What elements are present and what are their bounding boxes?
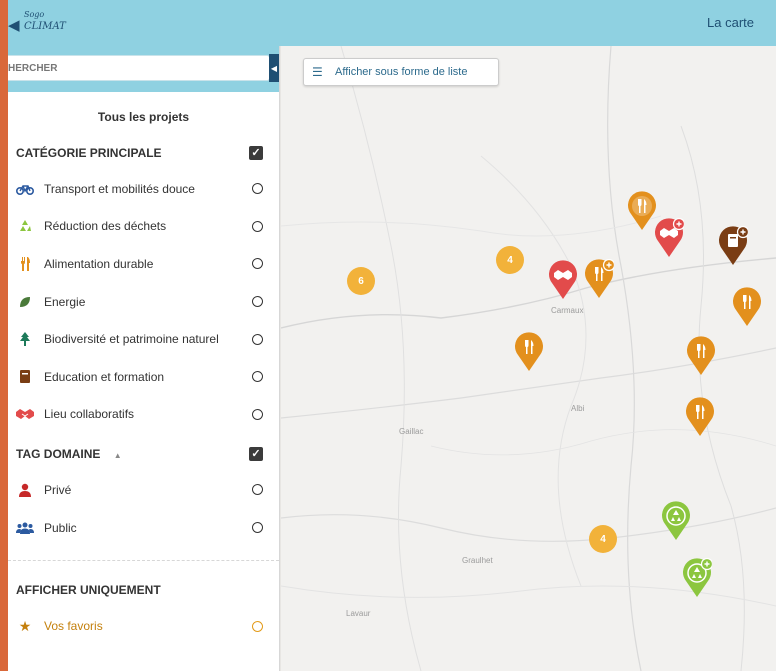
category-item-alimentation[interactable]: Alimentation durable [8,245,279,283]
left-edge-strip [0,0,8,671]
place-label: Gaillac [399,427,424,436]
category-item-label: Energie [44,294,86,309]
category-radio[interactable] [252,296,263,308]
food-marker[interactable] [686,336,716,376]
category-radio[interactable] [252,333,263,345]
category-item-label: Biodiversité et patrimoine naturel [44,332,219,347]
waste-marker[interactable] [682,558,712,598]
category-item-label: Réduction des déchets [44,219,167,234]
category-item-collaboratifs[interactable]: Lieu collaboratifs [8,396,279,434]
recycle-icon [16,219,34,233]
category-item-biodiversite[interactable]: Biodiversité et patrimoine naturel [8,320,279,358]
place-label: Graulhet [462,556,493,565]
place-label: Lavaur [346,609,371,618]
food-marker[interactable] [685,397,715,437]
category-item-label: Alimentation durable [44,256,154,271]
caret-up-icon[interactable]: ▲ [114,451,122,460]
cluster-marker[interactable]: 4 [496,246,524,274]
search-bar: ◀ [8,46,279,92]
map-view[interactable]: ☰ Afficher sous forme de liste Carmaux A… [281,46,776,671]
favorites-radio[interactable] [252,620,263,632]
tree-icon [16,332,34,347]
list-icon: ☰ [312,65,323,79]
favorites-item[interactable]: ★ Vos favoris [8,607,279,645]
tag-section-header: TAG DOMAINE ▲ ✓ [8,437,279,471]
category-radio[interactable] [252,183,263,195]
place-label: Carmaux [551,306,584,315]
category-item-dechets[interactable]: Réduction des déchets [8,208,279,246]
cluster-marker[interactable]: 4 [589,525,617,553]
fork-knife-icon [16,256,34,271]
category-radio[interactable] [252,408,263,420]
food-marker[interactable] [584,259,614,299]
tag-section-title: TAG DOMAINE ▲ [16,447,122,461]
category-radio[interactable] [252,258,263,270]
search-input[interactable] [8,55,270,81]
category-section-header: CATÉGORIE PRINCIPALE ✓ [8,136,279,170]
tag-item-label: Public [44,520,77,535]
group-icon [16,521,34,535]
collab-marker[interactable] [548,260,578,300]
favorites-label: Vos favoris [44,619,103,634]
show-list-button[interactable]: ☰ Afficher sous forme de liste [303,58,499,86]
category-radio[interactable] [252,371,263,383]
place-label: Albi [571,404,585,413]
star-icon: ★ [18,617,32,634]
all-projects-link[interactable]: Tous les projets [8,98,279,136]
leaf-icon [16,295,34,309]
tag-item-public[interactable]: Public [8,509,279,547]
sidebar-divider [8,560,279,562]
category-item-label: Transport et mobilités douce [44,181,195,196]
collab-marker[interactable] [654,218,684,258]
tag-radio[interactable] [252,522,263,534]
category-section-title: CATÉGORIE PRINCIPALE [16,146,162,160]
logo[interactable]: ◀ Sogo CLIMAT [8,8,68,38]
category-checkbox[interactable]: ✓ [249,146,263,160]
filter-sidebar: ◀ Tous les projets CATÉGORIE PRINCIPALE … [8,46,280,671]
food-marker[interactable] [732,287,762,327]
category-item-transport[interactable]: Transport et mobilités douce [8,170,279,208]
category-item-label: Lieu collaboratifs [44,407,135,422]
speaker-icon: ◀ [8,16,20,34]
food-marker[interactable] [627,191,657,231]
show-only-title: AFFICHER UNIQUEMENT [16,583,161,598]
food-marker[interactable] [514,332,544,372]
tag-radio[interactable] [252,484,263,496]
bicycle-icon [16,182,34,196]
person-icon [16,483,34,497]
app-header: ◀ Sogo CLIMAT La carte [8,0,776,46]
handshake-icon [16,407,34,421]
tag-item-prive[interactable]: Privé [8,471,279,509]
category-item-education[interactable]: Education et formation [8,358,279,396]
waste-marker[interactable] [661,501,691,541]
nav-la-carte[interactable]: La carte [707,15,754,30]
tag-item-label: Privé [44,482,72,497]
category-item-label: Education et formation [44,369,165,384]
tag-section-title-text: TAG DOMAINE [16,447,101,462]
show-only-header: AFFICHER UNIQUEMENT [8,573,279,607]
education-marker[interactable] [718,226,748,266]
book-icon [16,370,34,384]
logo-text-top: Sogo [24,10,45,19]
category-radio[interactable] [252,220,263,232]
collapse-sidebar-button[interactable]: ◀ [269,54,279,82]
tag-checkbox[interactable]: ✓ [249,447,263,462]
category-item-energie[interactable]: Energie [8,283,279,321]
logo-text-bottom: CLIMAT [24,21,66,32]
show-list-label: Afficher sous forme de liste [335,66,468,78]
cluster-marker[interactable]: 6 [347,267,375,295]
